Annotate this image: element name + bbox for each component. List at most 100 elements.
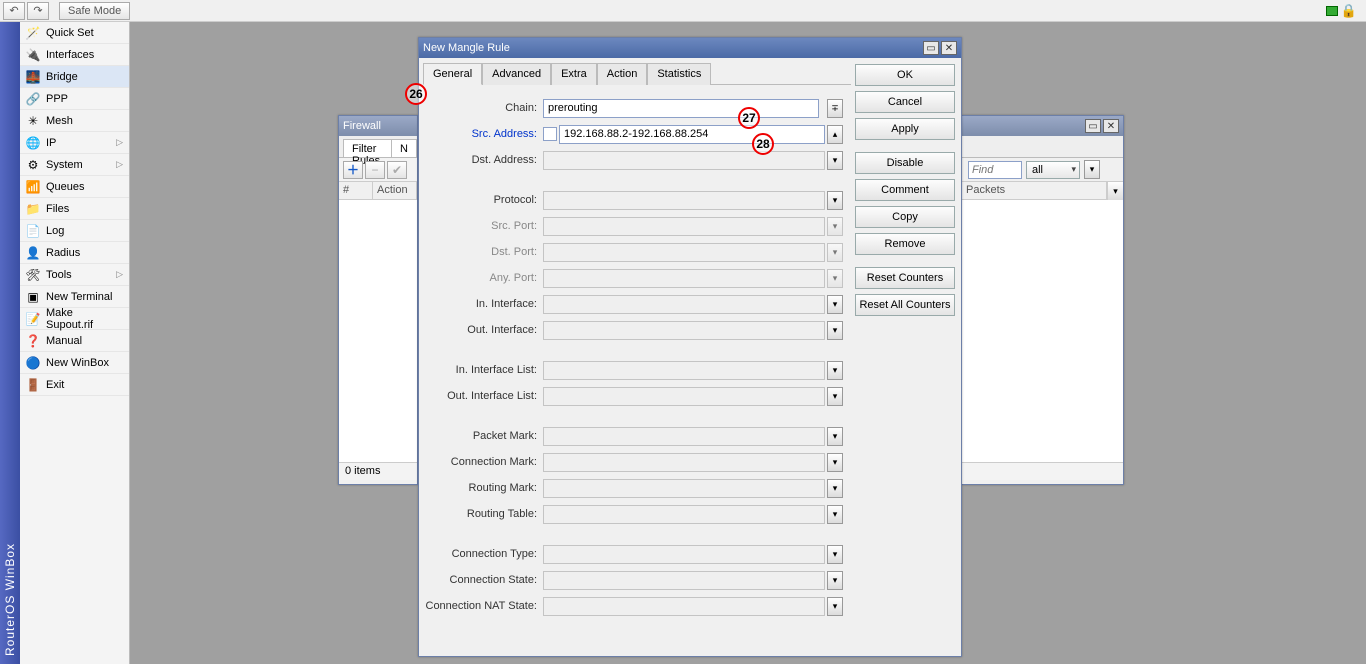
connection-mark-expand-button[interactable]: ▾ bbox=[827, 453, 843, 472]
routing-table-input[interactable] bbox=[543, 505, 825, 524]
dialog-titlebar[interactable]: New Mangle Rule ▭ ✕ bbox=[419, 38, 961, 58]
sidebar-item-system[interactable]: ⚙System▷ bbox=[20, 154, 129, 176]
sidebar-item-label: Exit bbox=[46, 379, 64, 391]
dst-expand-button[interactable]: ▾ bbox=[827, 151, 843, 170]
sidebar-item-tools[interactable]: 🛠Tools▷ bbox=[20, 264, 129, 286]
sidebar-item-ip[interactable]: 🌐IP▷ bbox=[20, 132, 129, 154]
sidebar-item-manual[interactable]: ❓Manual bbox=[20, 330, 129, 352]
src-collapse-button[interactable]: ▴ bbox=[827, 125, 843, 144]
sidebar-item-new-terminal[interactable]: ▣New Terminal bbox=[20, 286, 129, 308]
col-menu-button[interactable]: ▾ bbox=[1107, 182, 1123, 200]
remove-button[interactable]: − bbox=[365, 161, 385, 179]
tab-advanced[interactable]: Advanced bbox=[482, 63, 551, 85]
filter-dropdown-button[interactable]: ▾ bbox=[1084, 160, 1100, 179]
dst-port-input bbox=[543, 243, 825, 262]
connection-state-expand-button[interactable]: ▾ bbox=[827, 571, 843, 590]
sidebar-item-make-supout-rif[interactable]: 📝Make Supout.rif bbox=[20, 308, 129, 330]
lock-icon: 🔒 bbox=[1341, 3, 1357, 19]
menu-icon: 🔵 bbox=[26, 356, 40, 370]
out-interface-input[interactable] bbox=[543, 321, 825, 340]
protocol-expand-button[interactable]: ▾ bbox=[827, 191, 843, 210]
in-interface-list-input[interactable] bbox=[543, 361, 825, 380]
ok-button[interactable]: OK bbox=[855, 64, 955, 86]
protocol-input[interactable] bbox=[543, 191, 825, 210]
in-interface-expand-button[interactable]: ▾ bbox=[827, 295, 843, 314]
connection-type-expand-button[interactable]: ▾ bbox=[827, 545, 843, 564]
redo-button[interactable]: ↷ bbox=[27, 2, 49, 20]
dialog-close-button[interactable]: ✕ bbox=[941, 41, 957, 55]
sidebar-item-label: Tools bbox=[46, 269, 72, 281]
reset-counters-button[interactable]: Reset Counters bbox=[855, 267, 955, 289]
sidebar-item-label: Make Supout.rif bbox=[46, 307, 123, 331]
out-interface-expand-button[interactable]: ▾ bbox=[827, 321, 843, 340]
close-button[interactable]: ✕ bbox=[1103, 119, 1119, 133]
sidebar-item-mesh[interactable]: ✳Mesh bbox=[20, 110, 129, 132]
sidebar-item-quick-set[interactable]: 🪄Quick Set bbox=[20, 22, 129, 44]
filter-select[interactable]: all bbox=[1026, 161, 1080, 179]
col-action[interactable]: Action bbox=[373, 182, 417, 199]
packet-mark-input[interactable] bbox=[543, 427, 825, 446]
sidebar-item-label: PPP bbox=[46, 93, 68, 105]
sidebar-item-queues[interactable]: 📶Queues bbox=[20, 176, 129, 198]
sidebar-item-interfaces[interactable]: 🔌Interfaces bbox=[20, 44, 129, 66]
tab-action[interactable]: Action bbox=[597, 63, 648, 85]
chain-input[interactable] bbox=[543, 99, 819, 118]
firewall-title[interactable]: Firewall bbox=[339, 116, 417, 136]
sidebar-item-radius[interactable]: 👤Radius bbox=[20, 242, 129, 264]
out-interface-list-expand-button[interactable]: ▾ bbox=[827, 387, 843, 406]
in-interface-input[interactable] bbox=[543, 295, 825, 314]
packet-mark-expand-button[interactable]: ▾ bbox=[827, 427, 843, 446]
routing-mark-expand-button[interactable]: ▾ bbox=[827, 479, 843, 498]
reset-all-counters-button[interactable]: Reset All Counters bbox=[855, 294, 955, 316]
tab-next[interactable]: N bbox=[392, 139, 417, 157]
sidebar-item-ppp[interactable]: 🔗PPP bbox=[20, 88, 129, 110]
sidebar-item-bridge[interactable]: 🌉Bridge bbox=[20, 66, 129, 88]
activity-led-icon bbox=[1326, 6, 1338, 16]
connection-type-input[interactable] bbox=[543, 545, 825, 564]
apply-button[interactable]: Apply bbox=[855, 118, 955, 140]
tab-filter-rules[interactable]: Filter Rules bbox=[343, 139, 392, 157]
tab-general[interactable]: General bbox=[423, 63, 482, 85]
minimize-button[interactable]: ▭ bbox=[1085, 119, 1101, 133]
src-invert-checkbox[interactable] bbox=[543, 127, 557, 141]
remove-button[interactable]: Remove bbox=[855, 233, 955, 255]
connection-nat-state-expand-button[interactable]: ▾ bbox=[827, 597, 843, 616]
sidebar-item-log[interactable]: 📄Log bbox=[20, 220, 129, 242]
sidebar-item-label: Files bbox=[46, 203, 69, 215]
dialog-minimize-button[interactable]: ▭ bbox=[923, 41, 939, 55]
in-interface-list-expand-button[interactable]: ▾ bbox=[827, 361, 843, 380]
connection-nat-state-input[interactable] bbox=[543, 597, 825, 616]
enable-button[interactable]: ✔ bbox=[387, 161, 407, 179]
src-address-input[interactable] bbox=[559, 125, 825, 144]
tab-statistics[interactable]: Statistics bbox=[647, 63, 711, 85]
sidebar-item-new-winbox[interactable]: 🔵New WinBox bbox=[20, 352, 129, 374]
disable-button[interactable]: Disable bbox=[855, 152, 955, 174]
col-hash[interactable]: # bbox=[339, 182, 373, 199]
undo-button[interactable]: ↶ bbox=[3, 2, 25, 20]
sidebar-item-files[interactable]: 📁Files bbox=[20, 198, 129, 220]
tab-extra[interactable]: Extra bbox=[551, 63, 597, 85]
sidebar-item-label: IP bbox=[46, 137, 56, 149]
any-port-input bbox=[543, 269, 825, 288]
chain-dropdown-button[interactable]: ∓ bbox=[827, 99, 843, 118]
sidebar-item-label: Queues bbox=[46, 181, 85, 193]
find-input[interactable] bbox=[968, 161, 1022, 179]
dst-address-input[interactable] bbox=[543, 151, 825, 170]
out-interface-list-input[interactable] bbox=[543, 387, 825, 406]
dialog-buttons: OK Cancel Apply Disable Comment Copy Remove Res… bbox=[851, 58, 961, 656]
routing-mark-input[interactable] bbox=[543, 479, 825, 498]
label-protocol: Protocol: bbox=[423, 194, 543, 206]
safe-mode-button[interactable]: Safe Mode bbox=[59, 2, 130, 20]
comment-button[interactable]: Comment bbox=[855, 179, 955, 201]
sidebar-item-exit[interactable]: 🚪Exit bbox=[20, 374, 129, 396]
col-packets[interactable]: Packets bbox=[962, 182, 1107, 199]
connection-mark-input[interactable] bbox=[543, 453, 825, 472]
connection-state-input[interactable] bbox=[543, 571, 825, 590]
routing-table-expand-button[interactable]: ▾ bbox=[827, 505, 843, 524]
cancel-button[interactable]: Cancel bbox=[855, 91, 955, 113]
copy-button[interactable]: Copy bbox=[855, 206, 955, 228]
label-in-interface-list: In. Interface List: bbox=[423, 364, 543, 376]
firewall-title-right: ▭ ✕ bbox=[962, 116, 1123, 136]
firewall-toolbar: ＋ − ✔ bbox=[339, 158, 417, 182]
add-button[interactable]: ＋ bbox=[343, 161, 363, 179]
